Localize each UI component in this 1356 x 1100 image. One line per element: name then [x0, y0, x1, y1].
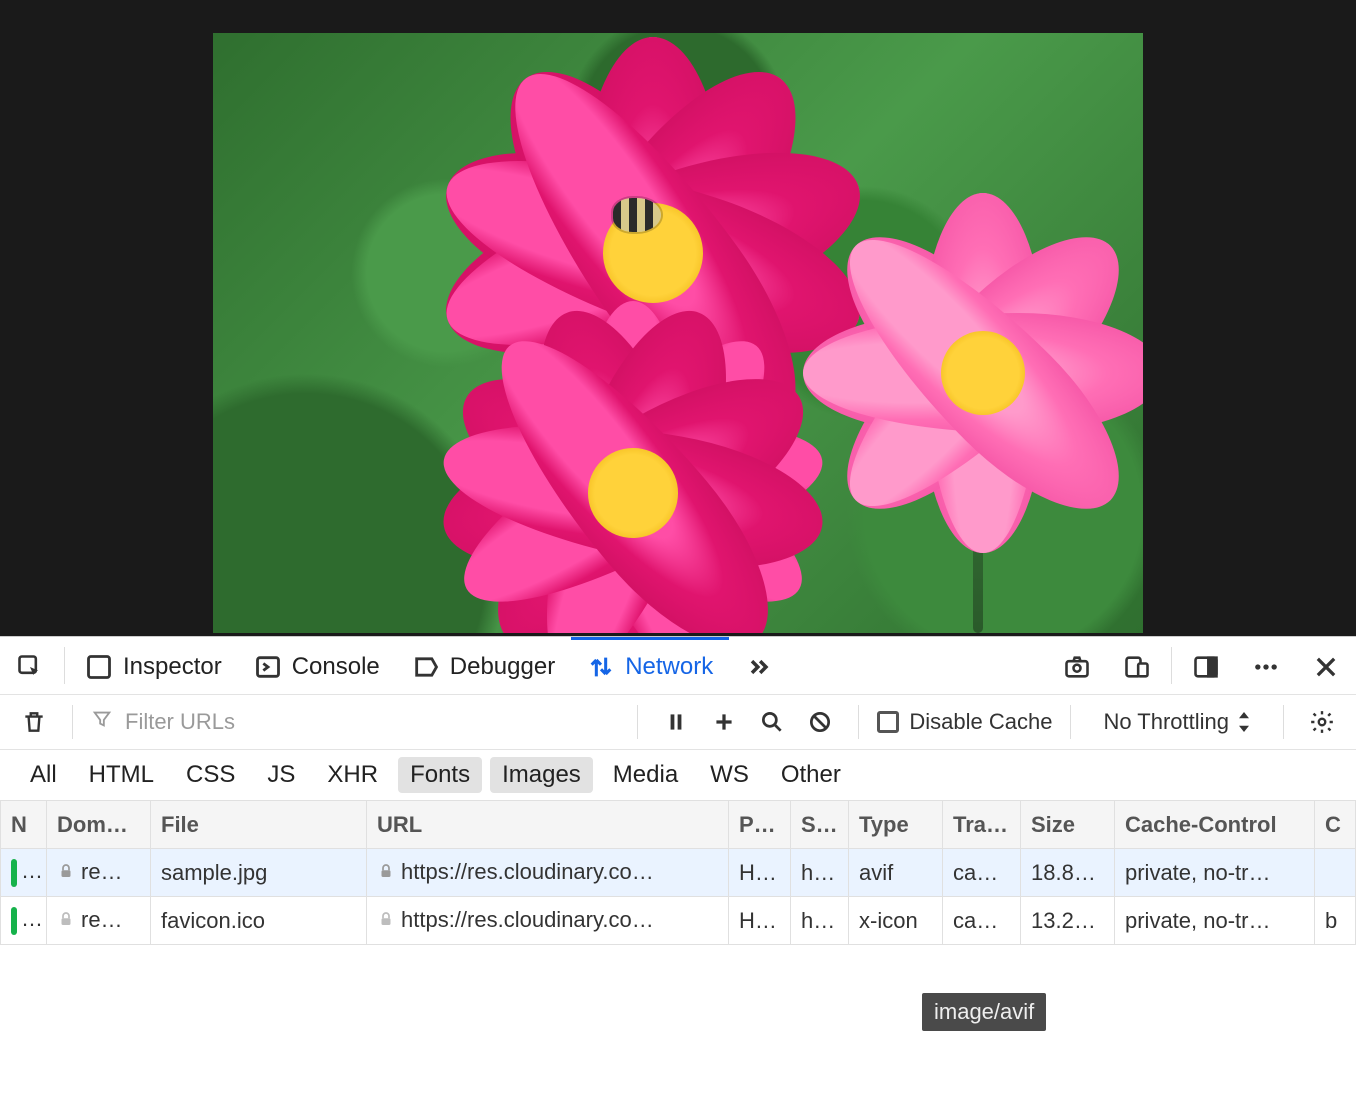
tab-network[interactable]: Network: [571, 637, 729, 694]
col-transferred[interactable]: Tra…: [943, 801, 1021, 849]
screenshot-button[interactable]: [1047, 637, 1107, 694]
table-row[interactable]: G re… favicon.ico https://res.cloudinary…: [1, 897, 1356, 945]
page-viewport: [0, 0, 1356, 636]
tab-label: Console: [292, 653, 380, 681]
close-devtools-button[interactable]: [1296, 637, 1356, 694]
filter-urls-input[interactable]: [123, 708, 423, 736]
col-domain[interactable]: Dom…: [47, 801, 151, 849]
checkbox-icon: [877, 711, 899, 733]
more-options-button[interactable]: [1236, 637, 1296, 694]
filter-xhr[interactable]: XHR: [315, 757, 390, 793]
filter-images[interactable]: Images: [490, 757, 593, 793]
disable-cache-checkbox[interactable]: Disable Cache: [877, 709, 1052, 735]
table-header-row: N Dom… File URL P… S… Type Tra… Size Cac…: [1, 801, 1356, 849]
settings-button[interactable]: [1302, 709, 1342, 735]
add-button[interactable]: [704, 709, 744, 735]
col-cache-control[interactable]: Cache-Control: [1115, 801, 1315, 849]
tab-label: Network: [625, 653, 713, 681]
throttling-select[interactable]: No Throttling: [1089, 709, 1265, 735]
col-size[interactable]: Size: [1021, 801, 1115, 849]
disable-cache-label: Disable Cache: [909, 709, 1052, 735]
status-marker: [11, 859, 17, 887]
block-button[interactable]: [800, 709, 840, 735]
network-table: N Dom… File URL P… S… Type Tra… Size Cac…: [0, 800, 1356, 945]
lock-icon: [57, 908, 75, 934]
flower: [473, 333, 793, 633]
filter-css[interactable]: CSS: [174, 757, 247, 793]
status-marker: [11, 907, 17, 935]
filter-ws[interactable]: WS: [698, 757, 761, 793]
search-button[interactable]: [752, 709, 792, 735]
loaded-image: [213, 33, 1143, 633]
filter-fonts[interactable]: Fonts: [398, 757, 482, 793]
filter-js[interactable]: JS: [255, 757, 307, 793]
table-row[interactable]: G re… sample.jpg https://res.cloudinary.…: [1, 849, 1356, 897]
tab-label: Inspector: [123, 653, 222, 681]
throttling-label: No Throttling: [1103, 709, 1229, 735]
network-toolbar: Disable Cache No Throttling: [0, 694, 1356, 750]
funnel-icon: [91, 708, 113, 736]
pause-button[interactable]: [656, 709, 696, 735]
filter-html[interactable]: HTML: [77, 757, 166, 793]
col-file[interactable]: File: [151, 801, 367, 849]
devtools-tab-strip: Inspector Console Debugger Network: [0, 636, 1356, 694]
filter-all[interactable]: All: [18, 757, 69, 793]
lock-icon: [57, 860, 75, 886]
filter-media[interactable]: Media: [601, 757, 690, 793]
tab-label: Debugger: [450, 653, 555, 681]
col-type[interactable]: Type: [849, 801, 943, 849]
col-last[interactable]: C: [1315, 801, 1356, 849]
filter-other[interactable]: Other: [769, 757, 853, 793]
tab-console[interactable]: Console: [238, 637, 396, 694]
col-scheme[interactable]: S…: [791, 801, 849, 849]
type-filter-row: All HTML CSS JS XHR Fonts Images Media W…: [0, 750, 1356, 800]
clear-button[interactable]: [14, 709, 54, 735]
responsive-mode-button[interactable]: [1107, 637, 1167, 694]
overflow-tabs-button[interactable]: [729, 637, 789, 694]
bee: [613, 198, 661, 232]
type-tooltip: image/avif: [922, 993, 1046, 1031]
col-protocol[interactable]: P…: [729, 801, 791, 849]
flower: [833, 223, 1133, 523]
lock-icon: [377, 908, 395, 934]
tab-inspector[interactable]: Inspector: [69, 637, 238, 694]
dock-side-button[interactable]: [1176, 637, 1236, 694]
col-method[interactable]: N: [1, 801, 47, 849]
tab-debugger[interactable]: Debugger: [396, 637, 571, 694]
col-url[interactable]: URL: [367, 801, 729, 849]
pick-element-button[interactable]: [0, 637, 60, 694]
lock-icon: [377, 860, 395, 886]
